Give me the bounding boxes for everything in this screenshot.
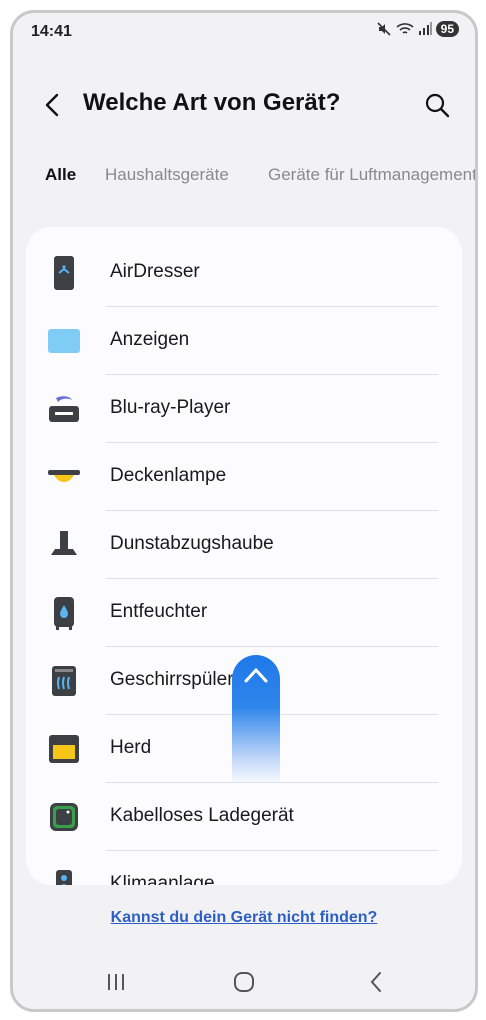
dehumidifier-icon xyxy=(46,595,82,631)
tab-haushaltsgeraete[interactable]: Haushaltsgeräte xyxy=(105,165,229,185)
navigation-bar xyxy=(13,955,475,1009)
status-bar: 14:41 95 xyxy=(13,13,475,53)
display-icon xyxy=(46,323,82,359)
mute-icon xyxy=(377,22,391,36)
tab-luftmanagement[interactable]: Geräte für Luftmanagement xyxy=(268,165,475,185)
search-icon[interactable] xyxy=(423,91,451,119)
scroll-up-hint[interactable] xyxy=(232,655,280,785)
airdresser-icon xyxy=(46,255,82,291)
list-item-bluray[interactable]: Blu-ray-Player xyxy=(26,375,462,443)
list-item-airdresser[interactable]: AirDresser xyxy=(26,239,462,307)
category-tabs: Alle Haushaltsgeräte Geräte für Luftmana… xyxy=(13,165,475,195)
dishwasher-icon xyxy=(46,663,82,699)
signal-icon xyxy=(418,22,432,35)
tab-alle[interactable]: Alle xyxy=(45,165,76,185)
list-item-entfeuchter[interactable]: Entfeuchter xyxy=(26,579,462,647)
device-label: AirDresser xyxy=(110,261,200,282)
wifi-icon xyxy=(396,23,414,34)
back-arrow-icon[interactable] xyxy=(39,91,67,119)
list-item-dunstabzugshaube[interactable]: Dunstabzugshaube xyxy=(26,511,462,579)
battery-badge: 95 xyxy=(435,21,459,37)
cant-find-device-link[interactable]: Kannst du dein Gerät nicht finden? xyxy=(13,909,475,927)
recent-apps-icon[interactable] xyxy=(101,967,131,997)
device-label: Blu-ray-Player xyxy=(110,397,231,418)
device-label: Herd xyxy=(110,737,152,758)
device-label: Geschirrspüler xyxy=(110,669,234,690)
page-title: Welche Art von Gerät? xyxy=(83,89,341,116)
device-list: AirDresser Anzeigen Blu-ray-Player Decke… xyxy=(26,227,462,885)
status-icons: 95 xyxy=(376,21,459,37)
air-conditioner-icon xyxy=(46,867,82,885)
oven-icon xyxy=(46,731,82,767)
range-hood-icon xyxy=(46,527,82,563)
back-nav-icon[interactable] xyxy=(361,967,391,997)
device-label: Deckenlampe xyxy=(110,465,227,486)
ceiling-lamp-icon xyxy=(46,459,82,495)
wireless-charger-icon xyxy=(46,799,82,835)
phone-screen: 14:41 95 Welche Art von Gerät? Alle Haus… xyxy=(10,10,478,1012)
device-label: Kabelloses Ladegerät xyxy=(110,805,294,826)
status-time: 14:41 xyxy=(31,23,72,40)
header: Welche Art von Gerät? xyxy=(13,83,475,127)
device-label: Anzeigen xyxy=(110,329,190,350)
list-item-klimaanlage[interactable]: Klimaanlage xyxy=(26,851,462,885)
list-item-deckenlampe[interactable]: Deckenlampe xyxy=(26,443,462,511)
bluray-player-icon xyxy=(46,391,82,427)
device-label: Entfeuchter xyxy=(110,601,208,622)
list-item-anzeigen[interactable]: Anzeigen xyxy=(26,307,462,375)
chevron-up-icon xyxy=(244,668,268,683)
device-label: Dunstabzugshaube xyxy=(110,533,274,554)
home-icon[interactable] xyxy=(229,967,259,997)
device-label: Klimaanlage xyxy=(110,873,215,885)
list-item-kabelloses-ladegeraet[interactable]: Kabelloses Ladegerät xyxy=(26,783,462,851)
